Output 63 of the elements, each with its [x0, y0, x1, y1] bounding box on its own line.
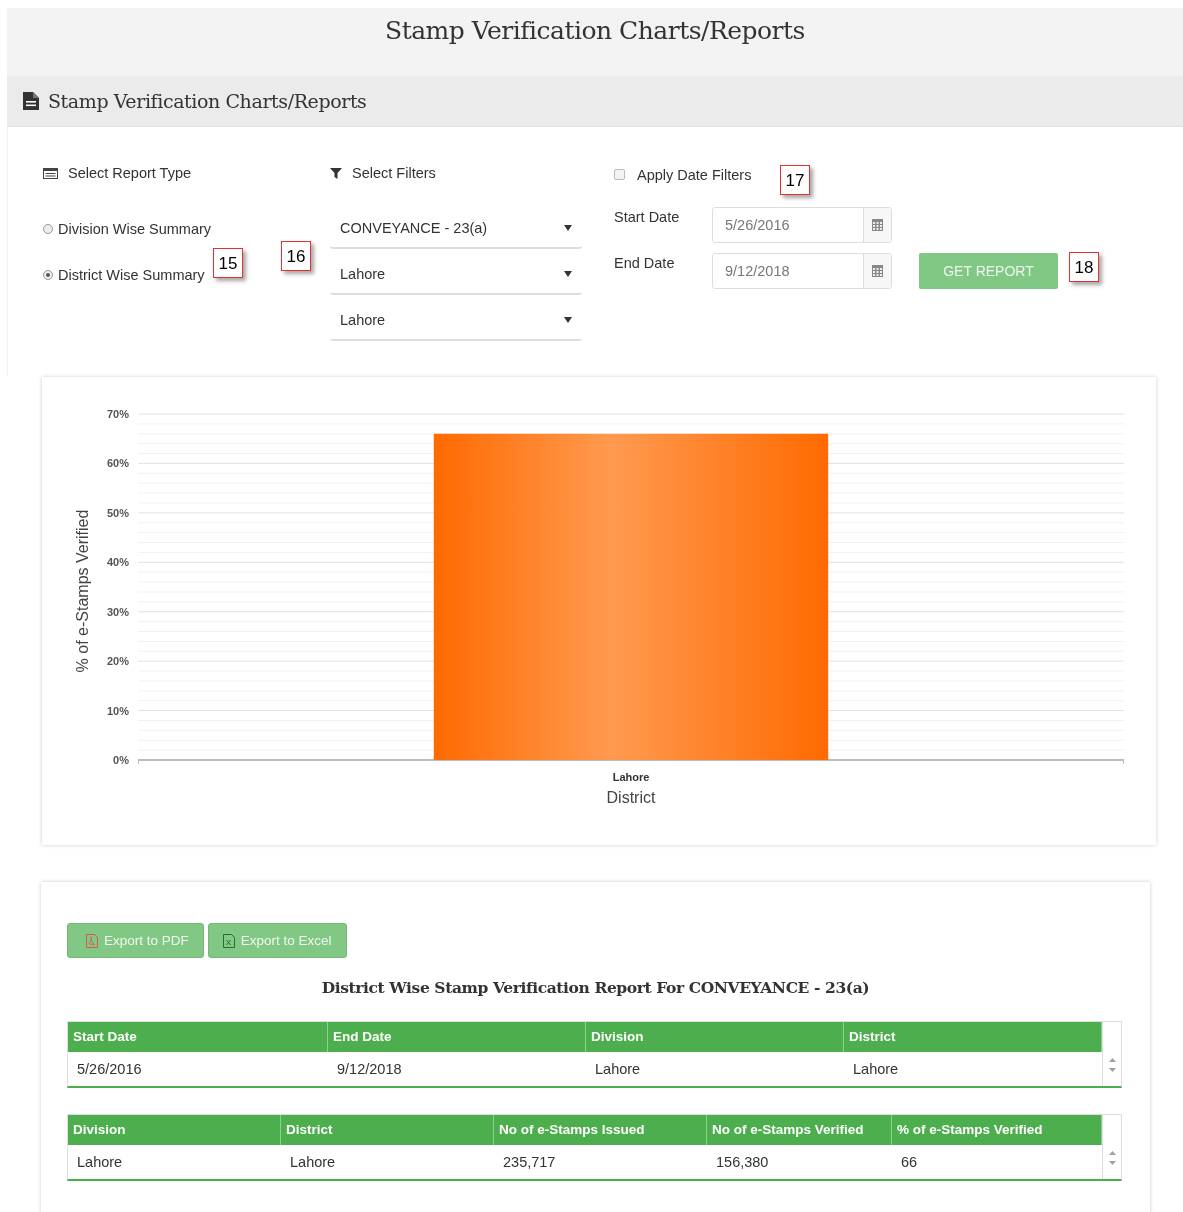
radio-label[interactable]: District Wise Summary — [58, 267, 205, 283]
column-header: No of e-Stamps Issued — [494, 1115, 707, 1145]
caret-icon — [564, 271, 572, 277]
checkbox-label[interactable]: Apply Date Filters — [637, 167, 752, 183]
y-tick-label: 0% — [113, 754, 129, 766]
radio-button[interactable] — [43, 224, 53, 234]
column-header: Division — [586, 1022, 844, 1052]
table-cell-text: 156,380 — [715, 1153, 770, 1172]
table-cell-text: Lahore — [852, 1060, 900, 1079]
panel-title: Stamp Verification Charts/Reports — [48, 90, 367, 112]
table-cell-text: 66 — [900, 1153, 919, 1172]
y-tick-label: 20% — [106, 655, 129, 668]
table-cell-text: 9/12/2018 — [336, 1060, 403, 1079]
checkbox[interactable] — [614, 168, 625, 180]
caret-icon — [564, 317, 572, 323]
column-header: District — [281, 1115, 494, 1145]
column-header: End Date — [328, 1022, 586, 1052]
y-tick-label: 40% — [106, 556, 129, 569]
radio-button[interactable] — [43, 270, 53, 280]
x-axis-title: District — [606, 789, 656, 806]
filter-icon — [330, 167, 342, 179]
scroll-down-icon — [1108, 1161, 1116, 1165]
report-title: District Wise Stamp Verification Report For CONVEYANCE - 23(a) — [320, 978, 871, 997]
pdf-file-icon — [86, 933, 98, 948]
y-axis-title: % of e-Stamps Verified — [74, 509, 91, 673]
table-cell-text: 5/26/2016 — [76, 1060, 143, 1079]
y-tick-label: 60% — [106, 457, 129, 470]
field-label: Start Date — [614, 208, 681, 225]
callout-label: 17 — [780, 165, 810, 195]
y-tick-label: 30% — [106, 605, 129, 618]
callout-label: 18 — [1069, 252, 1099, 282]
table-cell-text: 235,717 — [502, 1153, 557, 1172]
y-tick-label: 50% — [106, 506, 129, 519]
calendar-icon — [872, 265, 883, 277]
scroll-up-icon — [1108, 1151, 1116, 1155]
column-header: Start Date — [68, 1022, 328, 1052]
y-tick-label: 10% — [106, 704, 129, 717]
dropdown[interactable]: Lahore — [330, 255, 582, 295]
document-icon — [23, 92, 39, 110]
field-label: End Date — [614, 254, 676, 271]
column-header: No of e-Stamps Verified — [707, 1115, 892, 1145]
callout-label: 15 — [213, 248, 243, 278]
date-field[interactable]: 9/12/2018 — [712, 253, 892, 289]
radio-label[interactable]: Division Wise Summary — [58, 221, 212, 237]
caret-icon — [564, 225, 572, 231]
scroll-down-icon — [1108, 1068, 1116, 1072]
calendar-icon — [872, 219, 883, 231]
table-cell-text: Lahore — [594, 1060, 642, 1079]
spreadsheet-file-icon — [222, 933, 235, 948]
y-tick-label: 70% — [106, 408, 129, 420]
list-icon — [43, 167, 58, 179]
dropdown[interactable]: Lahore — [330, 301, 582, 341]
table-cell-text: Lahore — [289, 1153, 337, 1172]
x-tick-label: Lahore — [612, 771, 650, 783]
dropdown[interactable]: CONVEYANCE - 23(a) — [330, 209, 582, 249]
page-title: Stamp Verification Charts/Reports — [7, 8, 1183, 76]
column-header: Division — [68, 1115, 281, 1145]
section-label: Select Filters — [352, 165, 436, 181]
date-field[interactable]: 5/26/2016 — [712, 207, 892, 243]
scroll-up-icon — [1108, 1058, 1116, 1062]
table-cell-text: Lahore — [76, 1153, 124, 1172]
callout-label: 16 — [281, 241, 311, 271]
section-label: Select Report Type — [68, 165, 192, 181]
